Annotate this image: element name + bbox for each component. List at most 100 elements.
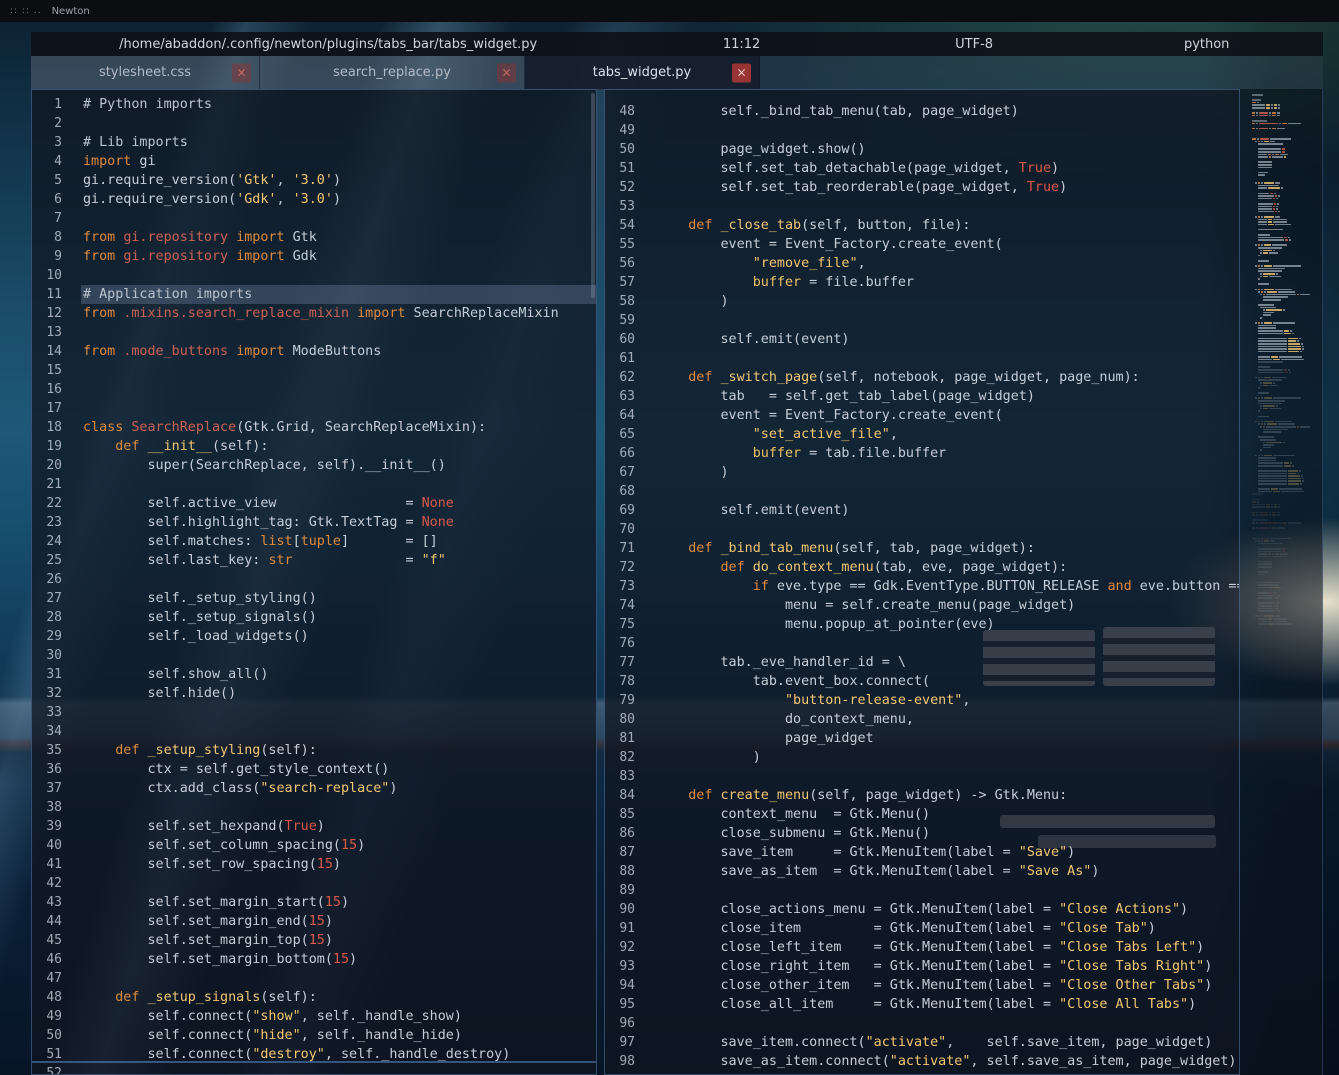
- code-line-68[interactable]: 68: [605, 482, 1239, 501]
- code-line-22[interactable]: 22 self.active_view = None: [32, 494, 596, 513]
- code-line-80[interactable]: 80 do_context_menu,: [605, 710, 1239, 729]
- code-line-49[interactable]: 49 self.connect("show", self._handle_sho…: [32, 1007, 596, 1026]
- code-line-48[interactable]: 48 def _setup_signals(self):: [32, 988, 596, 1007]
- code-line-67[interactable]: 67 ): [605, 463, 1239, 482]
- code-line-8[interactable]: 8from gi.repository import Gtk: [32, 228, 596, 247]
- left-editor-pane[interactable]: 1# Python imports23# Lib imports4import …: [31, 89, 597, 1075]
- code-line-49[interactable]: 49: [605, 121, 1239, 140]
- code-line-55[interactable]: 55 event = Event_Factory.create_event(: [605, 235, 1239, 254]
- code-line-84[interactable]: 84 def create_menu(self, page_widget) ->…: [605, 786, 1239, 805]
- code-line-7[interactable]: 7: [32, 209, 596, 228]
- code-line-96[interactable]: 96: [605, 1014, 1239, 1033]
- code-line-52[interactable]: 52: [32, 1064, 596, 1075]
- code-line-1[interactable]: 1# Python imports: [32, 95, 596, 114]
- code-line-75[interactable]: 75 menu.popup_at_pointer(eve): [605, 615, 1239, 634]
- code-line-24[interactable]: 24 self.matches: list[tuple] = []: [32, 532, 596, 551]
- code-line-46[interactable]: 46 self.set_margin_bottom(15): [32, 950, 596, 969]
- code-line-44[interactable]: 44 self.set_margin_end(15): [32, 912, 596, 931]
- code-line-93[interactable]: 93 close_right_item = Gtk.MenuItem(label…: [605, 957, 1239, 976]
- right-editor-pane[interactable]: 48 self._bind_tab_menu(tab, page_widget)…: [604, 89, 1240, 1075]
- code-line-12[interactable]: 12from .mixins.search_replace_mixin impo…: [32, 304, 596, 323]
- code-line-52[interactable]: 52 self.set_tab_reorderable(page_widget,…: [605, 178, 1239, 197]
- code-line-66[interactable]: 66 buffer = tab.file.buffer: [605, 444, 1239, 463]
- code-line-85[interactable]: 85 context_menu = Gtk.Menu(): [605, 805, 1239, 824]
- code-line-50[interactable]: 50 page_widget.show(): [605, 140, 1239, 159]
- code-line-11[interactable]: 11# Application imports: [32, 285, 596, 304]
- code-line-18[interactable]: 18class SearchReplace(Gtk.Grid, SearchRe…: [32, 418, 596, 437]
- code-line-87[interactable]: 87 save_item = Gtk.MenuItem(label = "Sav…: [605, 843, 1239, 862]
- code-line-20[interactable]: 20 super(SearchReplace, self).__init__(): [32, 456, 596, 475]
- code-line-21[interactable]: 21: [32, 475, 596, 494]
- code-line-26[interactable]: 26: [32, 570, 596, 589]
- code-line-98[interactable]: 98 save_as_item.connect("activate", self…: [605, 1052, 1239, 1071]
- code-line-27[interactable]: 27 self._setup_styling(): [32, 589, 596, 608]
- code-line-89[interactable]: 89: [605, 881, 1239, 900]
- code-line-15[interactable]: 15: [32, 361, 596, 380]
- code-line-59[interactable]: 59: [605, 311, 1239, 330]
- code-line-2[interactable]: 2: [32, 114, 596, 133]
- code-line-31[interactable]: 31 self.show_all(): [32, 665, 596, 684]
- code-line-40[interactable]: 40 self.set_column_spacing(15): [32, 836, 596, 855]
- code-line-36[interactable]: 36 ctx = self.get_style_context(): [32, 760, 596, 779]
- code-line-58[interactable]: 58 ): [605, 292, 1239, 311]
- code-line-5[interactable]: 5gi.require_version('Gtk', '3.0'): [32, 171, 596, 190]
- code-line-35[interactable]: 35 def _setup_styling(self):: [32, 741, 596, 760]
- encoding-indicator[interactable]: UTF-8: [858, 37, 1091, 52]
- code-line-73[interactable]: 73 if eve.type == Gdk.EventType.BUTTON_R…: [605, 577, 1239, 596]
- tab-tabs_widget.py[interactable]: tabs_widget.py×: [525, 56, 760, 89]
- code-line-94[interactable]: 94 close_other_item = Gtk.MenuItem(label…: [605, 976, 1239, 995]
- code-line-81[interactable]: 81 page_widget: [605, 729, 1239, 748]
- code-line-9[interactable]: 9from gi.repository import Gdk: [32, 247, 596, 266]
- code-line-56[interactable]: 56 "remove_file",: [605, 254, 1239, 273]
- code-line-43[interactable]: 43 self.set_margin_start(15): [32, 893, 596, 912]
- code-line-23[interactable]: 23 self.highlight_tag: Gtk.TextTag = Non…: [32, 513, 596, 532]
- code-line-64[interactable]: 64 event = Event_Factory.create_event(: [605, 406, 1239, 425]
- code-line-77[interactable]: 77 tab._eve_handler_id = \: [605, 653, 1239, 672]
- code-line-42[interactable]: 42: [32, 874, 596, 893]
- code-line-38[interactable]: 38: [32, 798, 596, 817]
- code-line-71[interactable]: 71 def _bind_tab_menu(self, tab, page_wi…: [605, 539, 1239, 558]
- code-line-10[interactable]: 10: [32, 266, 596, 285]
- code-line-6[interactable]: 6gi.require_version('Gdk', '3.0'): [32, 190, 596, 209]
- code-line-29[interactable]: 29 self._load_widgets(): [32, 627, 596, 646]
- code-line-97[interactable]: 97 save_item.connect("activate", self.sa…: [605, 1033, 1239, 1052]
- code-line-48[interactable]: 48 self._bind_tab_menu(tab, page_widget): [605, 102, 1239, 121]
- code-line-28[interactable]: 28 self._setup_signals(): [32, 608, 596, 627]
- code-line-37[interactable]: 37 ctx.add_class("search-replace"): [32, 779, 596, 798]
- code-line-61[interactable]: 61: [605, 349, 1239, 368]
- code-line-19[interactable]: 19 def __init__(self):: [32, 437, 596, 456]
- language-indicator[interactable]: python: [1090, 37, 1323, 52]
- code-line-60[interactable]: 60 self.emit(event): [605, 330, 1239, 349]
- code-line-72[interactable]: 72 def do_context_menu(tab, eve, page_wi…: [605, 558, 1239, 577]
- left-pane-scrollbar[interactable]: [591, 93, 595, 298]
- code-line-57[interactable]: 57 buffer = file.buffer: [605, 273, 1239, 292]
- code-line-78[interactable]: 78 tab.event_box.connect(: [605, 672, 1239, 691]
- close-tab-icon[interactable]: ×: [732, 63, 751, 82]
- code-line-79[interactable]: 79 "button-release-event",: [605, 691, 1239, 710]
- code-line-65[interactable]: 65 "set_active_file",: [605, 425, 1239, 444]
- code-line-76[interactable]: 76: [605, 634, 1239, 653]
- code-line-45[interactable]: 45 self.set_margin_top(15): [32, 931, 596, 950]
- code-line-91[interactable]: 91 close_item = Gtk.MenuItem(label = "Cl…: [605, 919, 1239, 938]
- code-line-86[interactable]: 86 close_submenu = Gtk.Menu(): [605, 824, 1239, 843]
- code-line-32[interactable]: 32 self.hide(): [32, 684, 596, 703]
- code-line-82[interactable]: 82 ): [605, 748, 1239, 767]
- tab-stylesheet.css[interactable]: stylesheet.css×: [31, 56, 260, 89]
- code-line-90[interactable]: 90 close_actions_menu = Gtk.MenuItem(lab…: [605, 900, 1239, 919]
- close-tab-icon[interactable]: ×: [497, 63, 516, 82]
- code-line-74[interactable]: 74 menu = self.create_menu(page_widget): [605, 596, 1239, 615]
- code-line-34[interactable]: 34: [32, 722, 596, 741]
- code-line-92[interactable]: 92 close_left_item = Gtk.MenuItem(label …: [605, 938, 1239, 957]
- code-line-4[interactable]: 4import gi: [32, 152, 596, 171]
- code-line-54[interactable]: 54 def _close_tab(self, button, file):: [605, 216, 1239, 235]
- minimap[interactable]: [1240, 89, 1323, 1075]
- code-line-50[interactable]: 50 self.connect("hide", self._handle_hid…: [32, 1026, 596, 1045]
- code-line-70[interactable]: 70: [605, 520, 1239, 539]
- code-line-83[interactable]: 83: [605, 767, 1239, 786]
- code-line-25[interactable]: 25 self.last_key: str = "f": [32, 551, 596, 570]
- code-line-53[interactable]: 53: [605, 197, 1239, 216]
- code-line-88[interactable]: 88 save_as_item = Gtk.MenuItem(label = "…: [605, 862, 1239, 881]
- code-line-39[interactable]: 39 self.set_hexpand(True): [32, 817, 596, 836]
- code-line-62[interactable]: 62 def _switch_page(self, notebook, page…: [605, 368, 1239, 387]
- code-line-63[interactable]: 63 tab = self.get_tab_label(page_widget): [605, 387, 1239, 406]
